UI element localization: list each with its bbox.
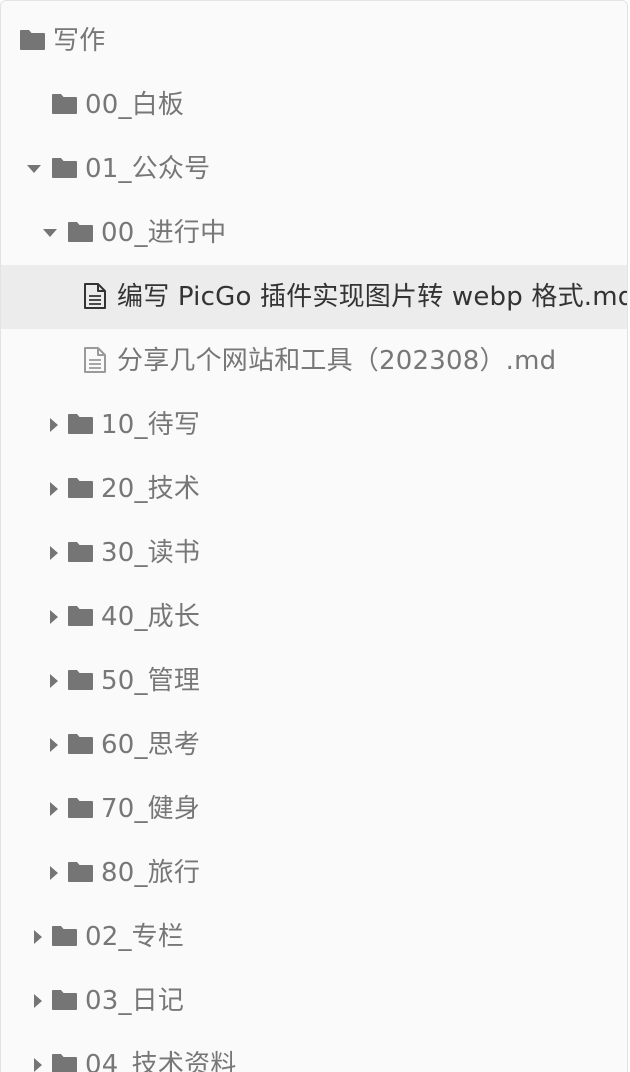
tree-item-label: 写作 [53,26,106,56]
tree-folder-travel[interactable]: 80_旅行 [1,841,627,905]
tree-file-picgo-webp[interactable]: 编写 PicGo 插件实现图片转 webp 格式.md [1,265,627,329]
folder-icon [51,925,78,947]
folder-icon [67,733,94,755]
tree-item-label: 50_管理 [101,666,201,696]
tree-folder-tech[interactable]: 20_技术 [1,457,627,521]
chevron-right-icon[interactable] [47,674,61,688]
tree-folder-fitness[interactable]: 70_健身 [1,777,627,841]
tree-item-label: 40_成长 [101,602,201,632]
tree-folder-column[interactable]: 02_专栏 [1,905,627,969]
chevron-right-icon[interactable] [47,610,61,624]
tree-item-label: 分享几个网站和工具（202308）.md [117,346,557,376]
chevron-down-icon[interactable] [43,226,57,240]
file-tree-panel: 写作 00_白板 01_公众号 00_进行中 编写 PicGo 插件实现图片转 … [0,0,628,1072]
folder-icon [51,989,78,1011]
tree-item-label: 70_健身 [101,794,201,824]
tree-item-label: 60_思考 [101,730,201,760]
tree-folder-tech-materials[interactable]: 04_技术资料 [1,1033,627,1072]
tree-file-share-sites[interactable]: 分享几个网站和工具（202308）.md [1,329,627,393]
document-icon [83,346,107,374]
tree-item-label: 01_公众号 [85,154,211,184]
chevron-right-icon[interactable] [47,802,61,816]
tree-folder-to-write[interactable]: 10_待写 [1,393,627,457]
chevron-right-icon[interactable] [31,930,45,944]
tree-item-label: 30_读书 [101,538,201,568]
file-tree: 写作 00_白板 01_公众号 00_进行中 编写 PicGo 插件实现图片转 … [1,9,627,1072]
document-icon [83,282,107,310]
folder-icon [51,1053,78,1072]
tree-item-label: 00_白板 [85,90,185,120]
tree-folder-thinking[interactable]: 60_思考 [1,713,627,777]
tree-item-label: 03_日记 [85,986,185,1016]
folder-icon [67,861,94,883]
folder-icon [67,669,94,691]
tree-folder-official-account[interactable]: 01_公众号 [1,137,627,201]
tree-item-label: 02_专栏 [85,922,185,952]
folder-icon [51,93,78,115]
tree-folder-in-progress[interactable]: 00_进行中 [1,201,627,265]
tree-folder-writing[interactable]: 写作 [1,9,627,73]
tree-item-label: 编写 PicGo 插件实现图片转 webp 格式.md [117,282,628,312]
tree-folder-whiteboard[interactable]: 00_白板 [1,73,627,137]
chevron-right-icon[interactable] [47,738,61,752]
chevron-down-icon[interactable] [27,162,41,176]
chevron-right-icon[interactable] [47,482,61,496]
folder-icon [67,413,94,435]
folder-icon [67,221,94,243]
tree-folder-management[interactable]: 50_管理 [1,649,627,713]
folder-icon [67,605,94,627]
folder-icon [67,477,94,499]
chevron-right-icon[interactable] [47,546,61,560]
tree-item-label: 20_技术 [101,474,201,504]
folder-icon [51,157,78,179]
folder-icon [67,541,94,563]
tree-item-label: 04_技术资料 [85,1050,237,1072]
tree-folder-growth[interactable]: 40_成长 [1,585,627,649]
chevron-right-icon[interactable] [47,866,61,880]
folder-icon [19,29,46,51]
tree-item-label: 80_旅行 [101,858,201,888]
tree-folder-reading[interactable]: 30_读书 [1,521,627,585]
folder-icon [67,797,94,819]
tree-item-label: 10_待写 [101,410,201,440]
chevron-right-icon[interactable] [47,418,61,432]
chevron-right-icon[interactable] [31,994,45,1008]
tree-folder-diary[interactable]: 03_日记 [1,969,627,1033]
tree-item-label: 00_进行中 [101,218,227,248]
chevron-right-icon[interactable] [31,1058,45,1072]
